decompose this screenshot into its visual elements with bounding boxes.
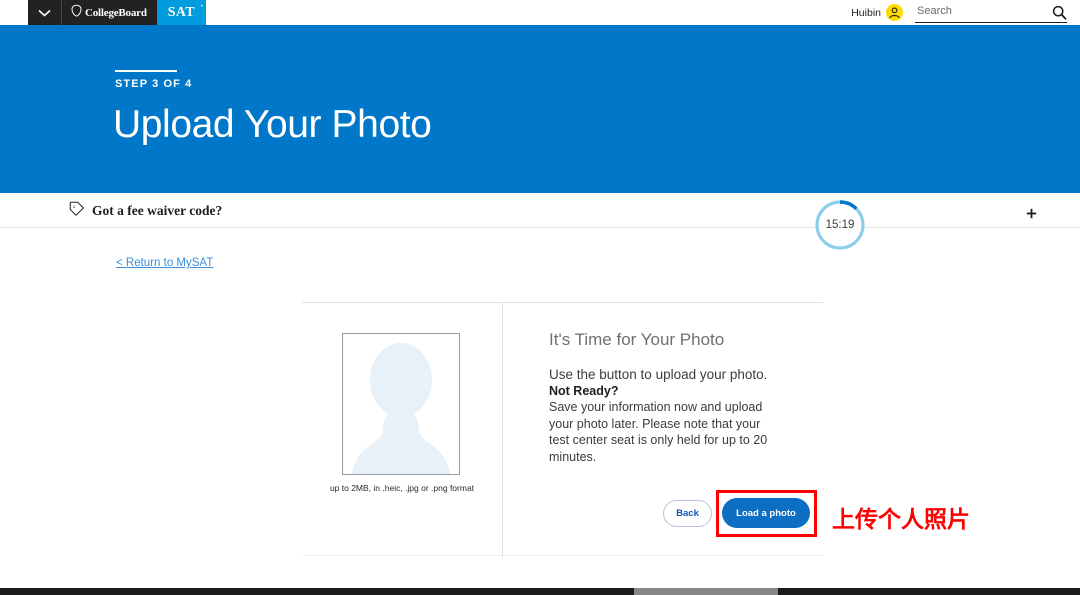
price-tag-icon: s: [68, 201, 85, 221]
horizontal-scrollbar-thumb[interactable]: [634, 588, 778, 595]
top-navigation-bar: CollegeBoard SAT • Huibin: [0, 0, 1080, 25]
collegeboard-wordmark: CollegeBoard: [85, 6, 147, 19]
nav-right-group: Huibin: [851, 0, 1080, 25]
return-to-mysat-link[interactable]: < Return to MySAT: [116, 257, 213, 269]
svg-text:s: s: [73, 204, 75, 210]
info-heading: It's Time for Your Photo: [549, 330, 725, 349]
upload-photo-card: up to 2MB, in .heic, .jpg or .png format…: [302, 302, 823, 557]
load-photo-button-wrapper: Load a photo: [716, 490, 817, 537]
load-a-photo-button[interactable]: Load a photo: [722, 498, 810, 528]
info-lead-text: Use the button to upload your photo.: [549, 367, 768, 382]
chevron-down-icon: [38, 9, 51, 17]
user-avatar-icon[interactable]: [886, 4, 903, 21]
user-name-label: Huibin: [851, 6, 881, 19]
photo-placeholder[interactable]: [342, 333, 460, 475]
hero-rule-divider: [115, 70, 177, 72]
not-ready-heading: Not Ready?: [549, 384, 619, 398]
footer-bar: [0, 588, 1080, 595]
photo-preview-pane: up to 2MB, in .heic, .jpg or .png format: [302, 303, 502, 557]
collegeboard-logo-link[interactable]: CollegeBoard: [62, 0, 157, 25]
page-title: Upload Your Photo: [113, 103, 432, 146]
page-root: CollegeBoard SAT • Huibin Search STEP 3 …: [0, 0, 1080, 595]
session-timer[interactable]: 15:19: [814, 199, 866, 251]
search-box[interactable]: [915, 2, 1067, 23]
upload-info-pane: It's Time for Your Photo Use the button …: [503, 303, 823, 557]
info-body-text: Save your information now and upload you…: [549, 400, 768, 464]
user-account-link[interactable]: Huibin: [851, 4, 903, 21]
brand-nav-group: CollegeBoard SAT •: [28, 0, 206, 25]
fee-waiver-label: Got a fee waiver code?: [92, 203, 223, 218]
annotation-text: 上传个人照片: [832, 507, 970, 533]
photo-format-caption: up to 2MB, in .heic, .jpg or .png format: [329, 483, 475, 493]
person-silhouette-icon: [343, 334, 459, 474]
fee-waiver-link[interactable]: s Got a fee waiver code?: [68, 201, 222, 221]
trademark-symbol: •: [200, 4, 203, 10]
back-button[interactable]: Back: [663, 499, 712, 527]
card-action-buttons: Back Load a photo: [663, 490, 817, 537]
sat-label: SAT: [167, 4, 195, 20]
step-indicator-label: STEP 3 OF 4: [115, 78, 193, 90]
fee-waiver-bar: s Got a fee waiver code?: [0, 193, 1080, 228]
timer-value: 15:19: [825, 219, 855, 231]
plus-icon[interactable]: [1026, 206, 1037, 219]
hero-banner: STEP 3 OF 4 Upload Your Photo: [0, 25, 1080, 193]
acorn-icon: [71, 4, 82, 22]
search-input[interactable]: [915, 5, 1033, 19]
nav-menu-toggle[interactable]: [28, 0, 62, 25]
search-icon[interactable]: [1052, 5, 1067, 20]
sat-tab[interactable]: SAT •: [156, 0, 206, 25]
